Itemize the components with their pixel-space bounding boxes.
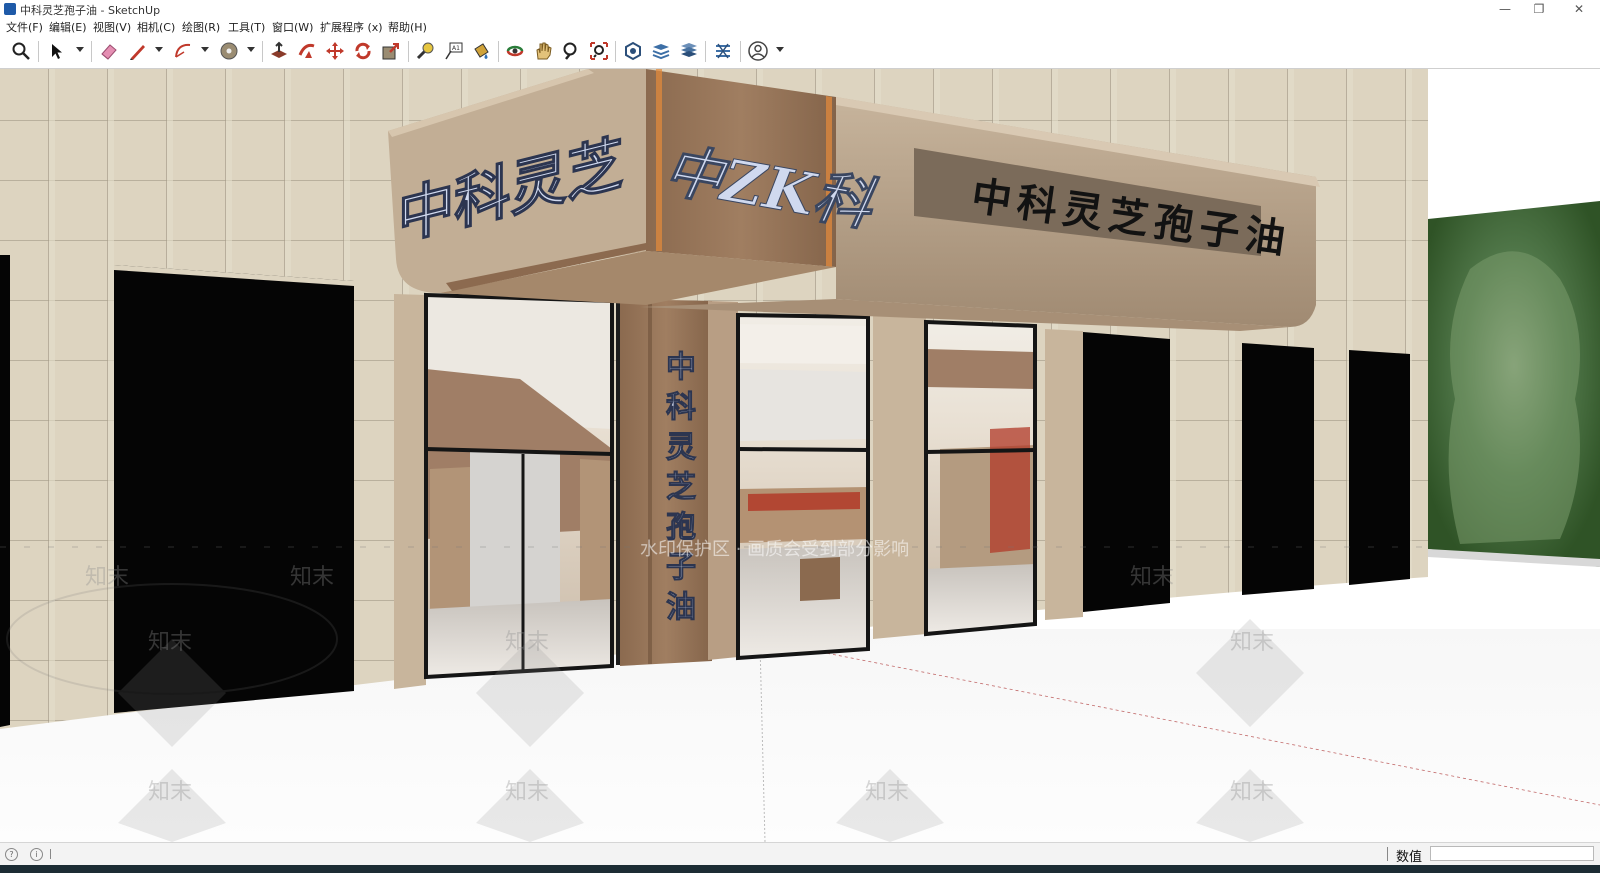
follow-me-icon[interactable] bbox=[296, 40, 318, 62]
shop-window-center bbox=[736, 312, 870, 661]
pillar-sign-char: 中 bbox=[666, 350, 696, 385]
zoom-icon[interactable] bbox=[560, 40, 582, 62]
toolbar-separator bbox=[408, 41, 409, 62]
arc-dropdown-icon[interactable] bbox=[201, 47, 209, 52]
menu-extensions[interactable]: 扩展程序 (x) bbox=[320, 20, 383, 35]
toolbar-separator bbox=[705, 41, 706, 62]
watermark-brand: 知末 bbox=[1230, 780, 1274, 805]
shop-window-right bbox=[924, 319, 1037, 637]
pencil-line-icon[interactable] bbox=[127, 40, 149, 62]
main-toolbar: A1 bbox=[0, 35, 1600, 69]
scenes-icon[interactable] bbox=[712, 40, 734, 62]
left-edge-window bbox=[0, 255, 10, 727]
dark-window-right-2 bbox=[1242, 343, 1314, 595]
push-pull-icon[interactable] bbox=[268, 40, 290, 62]
menu-tools[interactable]: 工具(T) bbox=[228, 20, 265, 35]
toolbar-separator bbox=[740, 41, 741, 62]
menu-edit[interactable]: 编辑(E) bbox=[49, 20, 87, 35]
toolbar-separator bbox=[615, 41, 616, 62]
components-icon[interactable] bbox=[622, 40, 644, 62]
shapes-dropdown-icon[interactable] bbox=[247, 47, 255, 52]
watermark-brand: 知末 bbox=[1230, 630, 1274, 655]
toolbar-separator bbox=[498, 41, 499, 62]
model-viewport[interactable]: 中科灵芝孢子油 中ZK科 中科灵芝 中 科 灵 芝 孢 子 油 水印保护区 · … bbox=[0, 69, 1600, 842]
geo-location-icon[interactable]: ? bbox=[5, 848, 18, 861]
sketchup-app-icon bbox=[4, 3, 16, 15]
measurements-input[interactable] bbox=[1430, 846, 1594, 861]
select-icon[interactable] bbox=[46, 40, 68, 62]
line-dropdown-icon[interactable] bbox=[155, 47, 163, 52]
arc-icon[interactable] bbox=[172, 40, 194, 62]
watermark-brand: 知末 bbox=[148, 780, 192, 805]
watermark-brand: 知末 bbox=[505, 630, 549, 655]
watermark-brand: 知末 bbox=[1130, 565, 1174, 590]
select-dropdown-icon[interactable] bbox=[76, 47, 84, 52]
move-icon[interactable] bbox=[324, 40, 346, 62]
pillar-sign-char: 芝 bbox=[666, 470, 696, 505]
scale-icon[interactable] bbox=[380, 40, 402, 62]
windows-taskbar bbox=[0, 865, 1600, 873]
storefront-scene: 中科灵芝孢子油 中ZK科 中科灵芝 中 科 灵 芝 孢 子 油 水印保护区 · … bbox=[0, 69, 1600, 842]
rotate-icon[interactable] bbox=[352, 40, 374, 62]
svg-text:A1: A1 bbox=[452, 45, 460, 52]
account-icon[interactable] bbox=[747, 40, 769, 62]
pillar-sign-char: 油 bbox=[666, 590, 696, 625]
credits-icon[interactable]: i bbox=[30, 848, 43, 861]
menu-bar: 文件(F) 编辑(E) 视图(V) 相机(C) 绘图(R) 工具(T) 窗口(W… bbox=[0, 20, 1600, 35]
menu-file[interactable]: 文件(F) bbox=[6, 20, 43, 35]
pillar-sign-char: 灵 bbox=[666, 430, 696, 465]
status-separator bbox=[50, 849, 51, 859]
restore-button[interactable]: ❐ bbox=[1522, 0, 1556, 20]
title-bar: 中科灵芝孢子油 - SketchUp — ❐ ✕ bbox=[0, 0, 1600, 20]
styles-icon[interactable] bbox=[678, 40, 700, 62]
status-separator bbox=[1387, 847, 1388, 861]
paint-bucket-icon[interactable] bbox=[218, 40, 240, 62]
minimize-button[interactable]: — bbox=[1488, 0, 1522, 20]
status-bar: ? i 数值 bbox=[0, 842, 1600, 866]
toolbar-separator bbox=[38, 41, 39, 62]
eraser-icon[interactable] bbox=[98, 40, 120, 62]
watermark-brand: 知末 bbox=[290, 565, 334, 590]
menu-camera[interactable]: 相机(C) bbox=[137, 20, 175, 35]
paint-icon[interactable] bbox=[470, 40, 492, 62]
menu-window[interactable]: 窗口(W) bbox=[272, 20, 313, 35]
zoom-window-icon[interactable] bbox=[588, 40, 610, 62]
watermark-brand: 知末 bbox=[85, 565, 129, 590]
close-button[interactable]: ✕ bbox=[1562, 0, 1596, 20]
measurements-label: 数值 bbox=[1396, 850, 1423, 865]
menu-view[interactable]: 视图(V) bbox=[93, 20, 131, 35]
window-title: 中科灵芝孢子油 - SketchUp bbox=[20, 4, 161, 17]
shop-window-left bbox=[424, 292, 614, 680]
toolbar-separator bbox=[91, 41, 92, 62]
pillar-sign-char: 科 bbox=[666, 390, 696, 425]
pillar-sign: 中 科 灵 芝 孢 子 油 bbox=[666, 350, 697, 626]
zoom-extents-icon[interactable] bbox=[10, 40, 32, 62]
tape-measure-icon[interactable] bbox=[414, 40, 436, 62]
watermark-brand: 知末 bbox=[505, 780, 549, 805]
watermark-brand: 知末 bbox=[865, 780, 909, 805]
menu-draw[interactable]: 绘图(R) bbox=[182, 20, 220, 35]
dark-window-right-3 bbox=[1349, 350, 1410, 585]
layers-icon[interactable] bbox=[650, 40, 672, 62]
watermark-brand: 知末 bbox=[148, 630, 192, 655]
toolbar-separator bbox=[262, 41, 263, 62]
text-icon[interactable]: A1 bbox=[443, 40, 465, 62]
watermark-text: 水印保护区 · 画质会受到部分影响 bbox=[640, 539, 909, 560]
orbit-icon[interactable] bbox=[504, 40, 526, 62]
menu-help[interactable]: 帮助(H) bbox=[388, 20, 427, 35]
account-dropdown-icon[interactable] bbox=[776, 47, 784, 52]
pan-icon[interactable] bbox=[532, 40, 554, 62]
